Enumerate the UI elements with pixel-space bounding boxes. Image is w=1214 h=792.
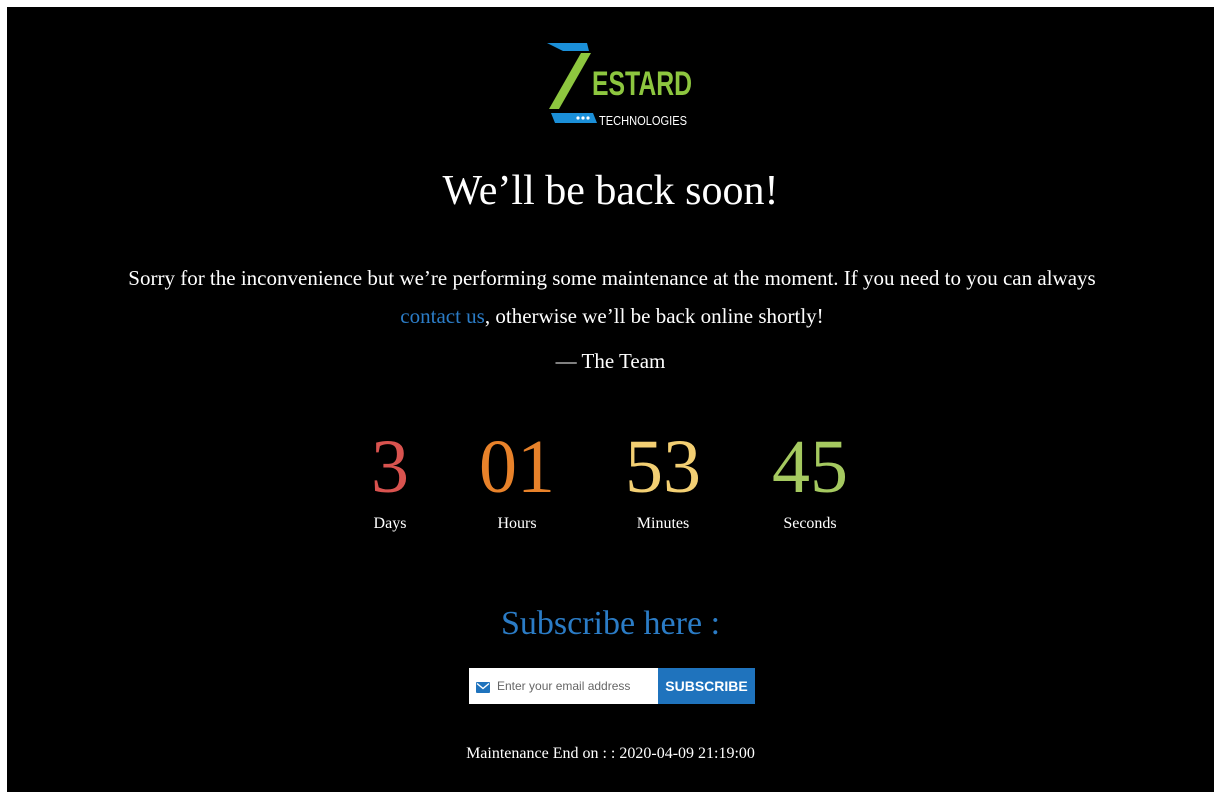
hours-value: 01 [479, 425, 555, 509]
countdown-hours: 01 Hours [437, 425, 597, 534]
message-text-before: Sorry for the inconvenience but we’re pe… [128, 266, 1096, 290]
countdown-minutes: 53 Minutes [583, 425, 743, 534]
zestard-logo: ESTARD TECHNOLOGIES [545, 43, 695, 131]
seconds-value: 45 [772, 425, 848, 509]
maintenance-message: Sorry for the inconvenience but we’re pe… [117, 259, 1107, 335]
contact-us-link[interactable]: contact us [400, 304, 485, 328]
signature: — The Team [555, 349, 666, 373]
maintenance-end: Maintenance End on : : 2020-04-09 21:19:… [7, 743, 1214, 765]
hours-label: Hours [497, 515, 537, 532]
maintenance-end-datetime: 2020-04-09 21:19:00 [619, 745, 755, 762]
page-title: We’ll be back soon! [442, 168, 779, 214]
email-input[interactable] [497, 668, 655, 704]
maintenance-end-label: Maintenance End on : : [466, 745, 616, 762]
email-field-wrapper [469, 668, 658, 704]
maintenance-page: ESTARD TECHNOLOGIES We’ll be back soon! … [7, 7, 1214, 792]
envelope-icon [476, 680, 490, 693]
subscribe-button[interactable]: SUBSCRIBE [658, 668, 755, 704]
minutes-label: Minutes [636, 515, 690, 532]
logo-tagline: TECHNOLOGIES [599, 113, 687, 128]
countdown-seconds: 45 Seconds [730, 425, 890, 534]
subscribe-title: Subscribe here : [500, 605, 721, 642]
minutes-value: 53 [625, 425, 701, 509]
subscribe-form: SUBSCRIBE [469, 668, 755, 704]
message-text-after: , otherwise we’ll be back online shortly… [484, 304, 824, 328]
seconds-label: Seconds [783, 515, 837, 532]
logo-word: ESTARD [592, 65, 692, 103]
